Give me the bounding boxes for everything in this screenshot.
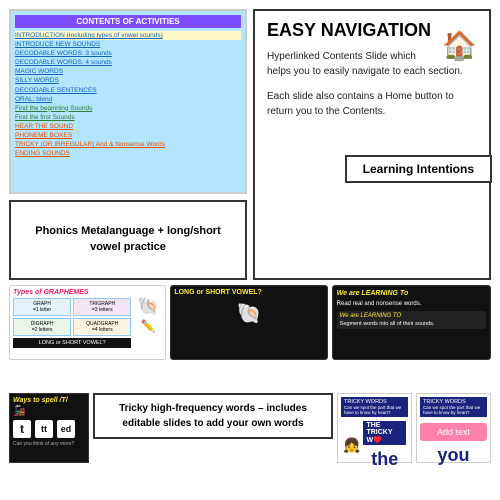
tw-word-you: you: [420, 445, 487, 466]
tw-subheader: Can we spot the part that we have to kno…: [344, 405, 405, 415]
tricky-kids-icon: 👧: [343, 437, 360, 454]
long-short-slide-body: 🐚: [174, 301, 323, 326]
contents-item[interactable]: DECODABLE WORDS: 3 sounds: [15, 49, 241, 58]
digraph-box: DIGRAPH=2 letters: [13, 318, 71, 336]
long-short-slide-title: LONG or SHORT VOWEL?: [174, 289, 323, 296]
contents-item[interactable]: TRICKY (OR IRREGULAR) And & Nonsense Wor…: [15, 140, 241, 149]
contents-item[interactable]: ORAL: blend: [15, 95, 241, 104]
li-body-1: Read real and nonsense words.: [337, 300, 486, 308]
letter-tt: tt: [35, 420, 53, 438]
tw-word-the: the: [363, 449, 406, 470]
letter-t: t: [13, 420, 31, 438]
contents-item[interactable]: DECODABLE SENTENCES: [15, 86, 241, 95]
phonics-label-text: Phonics Metalanguage + long/short vowel …: [21, 224, 235, 255]
tricky-word-banner: THE TRICKY W♥️: [363, 421, 406, 445]
tricky-label-text: Tricky high-frequency words – includes e…: [103, 401, 323, 431]
contents-item[interactable]: ENDING SOUNDS: [15, 149, 241, 158]
li-card-header: We are LEARNING TO: [340, 313, 483, 319]
slide-spell-t[interactable]: Ways to spell /T/ 🚂 t tt ed Can you thin…: [9, 393, 89, 463]
quadgraph-box: QUADGRAPH=4 letters: [73, 318, 131, 336]
shell-icon: 🐚: [137, 296, 159, 317]
trigraph-box: TRIGRAPH=3 letters: [73, 298, 131, 316]
li-card-body: Segment words into all of their sounds.: [340, 321, 483, 327]
tw-header-the: TRICKY WORDS Can we spot the part that w…: [341, 397, 408, 417]
contents-item[interactable]: SILLY WORDS: [15, 76, 241, 85]
learning-intentions-label-box: Learning Intentions: [345, 155, 492, 183]
bottom-row: Ways to spell /T/ 🚂 t tt ed Can you thin…: [6, 391, 494, 494]
learning-intentions-label-text: Learning Intentions: [363, 162, 474, 176]
easy-nav-panel: EASY NAVIGATION 🏠 Hyperlinked Contents S…: [253, 9, 491, 280]
spell-title: Ways to spell /T/: [13, 397, 85, 404]
contents-panel: CONTENTS OF ACTIVITIES INTRODUCTION (Inc…: [9, 9, 247, 194]
contents-item[interactable]: PHONEME BOXES: [15, 131, 241, 140]
slide-long-short[interactable]: LONG or SHORT VOWEL? 🐚: [170, 285, 327, 360]
slide-li-1[interactable]: We are LEARNING To Read real and nonsens…: [332, 285, 491, 360]
graph-box: GRAPH=1 letter: [13, 298, 71, 316]
li-card-1: We are LEARNING TO Segment words into al…: [337, 311, 486, 329]
eraser-icon: ✏️: [141, 319, 156, 333]
slide-tricky-you[interactable]: TRICKY WORDS Can we spot the part that w…: [416, 393, 491, 463]
letter-ed: ed: [57, 420, 75, 438]
li-header-1: We are LEARNING To: [337, 290, 486, 297]
contents-item[interactable]: HEAR THE SOUND: [15, 122, 241, 131]
spell-caption: Can you think of any more?: [13, 441, 85, 447]
contents-item[interactable]: Find the first Sounds: [15, 113, 241, 122]
contents-item[interactable]: INTRODUCE NEW SOUNDS: [15, 40, 241, 49]
long-short-label: LONG or SHORT VOWEL?: [13, 338, 131, 348]
slide-graphemes[interactable]: Types of GRAPHEMES GRAPH=1 letter TRIGRA…: [9, 285, 166, 360]
tw-header-you: TRICKY WORDS Can we spot the part that w…: [420, 397, 487, 417]
train-icon: 🚂: [13, 406, 85, 417]
tw-add-text[interactable]: Add text: [420, 423, 487, 441]
contents-item[interactable]: MAGIC WORDS: [15, 67, 241, 76]
contents-item[interactable]: Find the beginning Sounds: [15, 104, 241, 113]
tricky-label-box: Tricky high-frequency words – includes e…: [93, 393, 333, 439]
spell-letters: t tt ed: [13, 420, 85, 438]
slide-tricky-the[interactable]: TRICKY WORDS Can we spot the part that w…: [337, 393, 412, 463]
tw-subheader2: Can we spot the part that we have to kno…: [423, 405, 484, 415]
contents-item[interactable]: INTRODUCTION (Including types of vowel s…: [15, 31, 241, 40]
house-icon: 🏠: [442, 29, 477, 62]
contents-item[interactable]: DECODABLE WORDS: 4 sounds: [15, 58, 241, 67]
easy-nav-para2: Each slide also contains a Home button t…: [267, 89, 477, 119]
slide-graphemes-title: Types of GRAPHEMES: [13, 289, 162, 296]
contents-header: CONTENTS OF ACTIVITIES: [15, 15, 241, 28]
slides-row: Types of GRAPHEMES GRAPH=1 letter TRIGRA…: [6, 283, 494, 391]
phonics-label-box: Phonics Metalanguage + long/short vowel …: [9, 200, 247, 280]
